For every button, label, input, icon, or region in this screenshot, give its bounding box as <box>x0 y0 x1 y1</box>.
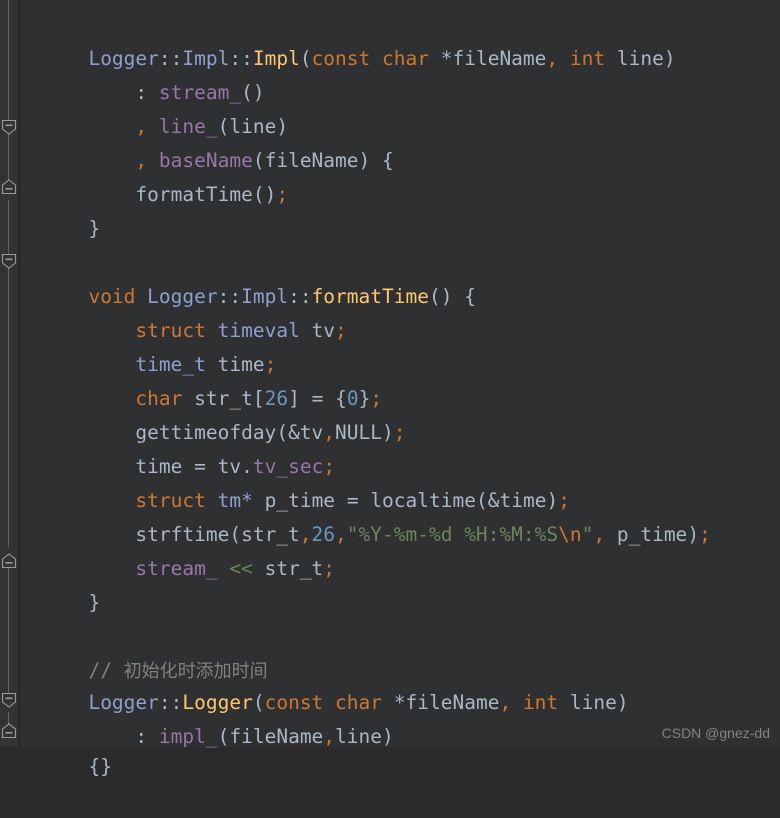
fold-end-icon-line-17[interactable] <box>0 552 18 570</box>
editor-gutter[interactable] <box>0 0 18 747</box>
code-line-6[interactable]: } <box>18 178 780 240</box>
code-line-9[interactable]: struct timeval tv; <box>18 280 780 342</box>
code-line-3[interactable]: , line_(line) <box>18 76 780 138</box>
code-line-14[interactable]: struct tm* p_time = localtime(&time); <box>18 450 780 512</box>
code-line-8[interactable]: void Logger::Impl::formatTime() { <box>18 246 780 308</box>
code-line-7-blank[interactable] <box>18 212 780 246</box>
fold-collapse-icon-line-8[interactable] <box>0 252 18 270</box>
fold-rail-logger <box>8 560 9 700</box>
fold-end-icon-line-22[interactable] <box>0 722 18 740</box>
code-line-18-blank[interactable] <box>18 586 780 620</box>
fold-rail-impl <box>8 130 9 180</box>
token-empty-body-braces: {} <box>88 755 112 778</box>
code-line-15[interactable]: strftime(str_t,26,"%Y-%m-%d %H:%M:%S\n",… <box>18 484 780 546</box>
code-line-20[interactable]: Logger::Logger(const char *fileName, int… <box>18 652 780 714</box>
code-line-21[interactable]: : impl_(fileName,line) <box>18 686 780 748</box>
fold-collapse-icon-line-4[interactable] <box>0 118 18 136</box>
code-line-17[interactable]: } <box>18 552 780 614</box>
code-line-2[interactable]: : stream_() <box>18 42 780 104</box>
code-content[interactable]: Logger::Impl::Impl(const char *fileName,… <box>0 0 780 778</box>
code-line-12[interactable]: gettimeofday(&tv,NULL); <box>18 382 780 444</box>
code-editor[interactable]: Logger::Impl::Impl(const char *fileName,… <box>0 0 780 778</box>
code-line-13[interactable]: time = tv.tv_sec; <box>18 416 780 478</box>
code-line-10[interactable]: time_t time; <box>18 314 780 376</box>
code-line-1[interactable]: Logger::Impl::Impl(const char *fileName,… <box>18 8 780 70</box>
code-line-19[interactable]: // 初始化时添加时间 <box>18 620 780 682</box>
fold-end-icon-line-6[interactable] <box>0 178 18 196</box>
code-line-5[interactable]: formatTime(); <box>18 144 780 206</box>
fold-collapse-icon-line-21[interactable] <box>0 691 18 709</box>
gutter-shadow <box>18 0 22 747</box>
code-line-11[interactable]: char str_t[26] = {0}; <box>18 348 780 410</box>
code-line-4[interactable]: , baseName(fileName) { <box>18 110 780 172</box>
fold-rail-top <box>8 0 9 130</box>
code-line-16[interactable]: stream_ << str_t; <box>18 518 780 580</box>
csdn-watermark: CSDN @gnez-dd <box>661 725 770 741</box>
